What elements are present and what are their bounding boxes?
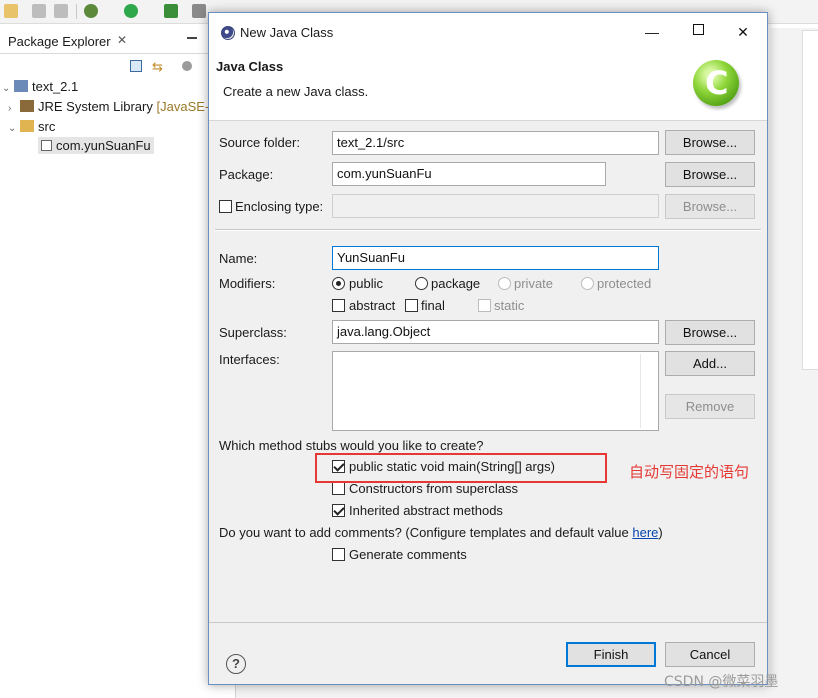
comments-question: Do you want to add comments? (Configure … — [219, 525, 663, 540]
dialog-titlebar: New Java Class — ✕ — [209, 13, 767, 51]
package-icon — [41, 140, 52, 151]
enclosing-type-checkbox[interactable] — [219, 200, 232, 213]
wizard-header: Java Class Create a new Java class. C — [209, 51, 767, 121]
enclosing-type-browse-button: Browse... — [665, 194, 755, 219]
finish-button[interactable]: Finish — [566, 642, 656, 667]
link-with-editor-icon[interactable]: ⇆ — [152, 59, 163, 75]
minimize-icon[interactable]: — — [642, 24, 662, 40]
modifier-static-label: static — [494, 298, 525, 313]
selected-tree-item: com.yunSuanFu — [38, 137, 154, 154]
enclosing-type-field — [332, 194, 659, 218]
add-interface-button[interactable]: Add... — [665, 351, 755, 376]
help-icon[interactable]: ? — [226, 654, 246, 674]
minimize-view-icon[interactable] — [187, 37, 197, 39]
modifier-public-label: public — [349, 276, 383, 291]
modifier-final-label: final — [421, 298, 445, 313]
separator — [215, 230, 761, 231]
coverage-icon[interactable] — [192, 4, 206, 18]
toolbar-separator — [76, 4, 77, 19]
modifier-private-label: private — [514, 276, 554, 291]
remove-interface-button: Remove — [665, 394, 755, 419]
maximize-icon[interactable] — [688, 22, 708, 38]
tree-item-src[interactable]: ⌄ src — [8, 119, 55, 137]
chevron-down-icon[interactable]: ⌄ — [2, 83, 14, 94]
run-icon[interactable] — [124, 4, 138, 18]
class-name-field[interactable]: YunSuanFu — [332, 246, 659, 270]
run-external-icon[interactable] — [164, 4, 178, 18]
source-folder-browse-button[interactable]: Browse... — [665, 130, 755, 155]
modifier-package-label: package — [431, 276, 481, 291]
modifier-protected-label: protected — [597, 276, 652, 291]
view-toolbar: ⇆ — [126, 58, 216, 76]
comments-question-text: Do you want to add comments? (Configure … — [219, 525, 633, 540]
list-divider — [640, 354, 641, 428]
package-explorer-tab[interactable]: Package Explorer ✕ — [0, 28, 134, 54]
modifier-protected-radio — [581, 277, 594, 290]
wizard-title: Java Class — [216, 59, 284, 74]
annotation-highlight-box — [315, 453, 607, 483]
library-icon — [20, 100, 34, 112]
modifier-abstract-label: abstract — [349, 298, 396, 313]
modifier-private-radio — [498, 277, 511, 290]
collapse-all-icon[interactable] — [130, 60, 142, 72]
package-explorer-title: Package Explorer — [8, 34, 111, 49]
new-class-wizard-icon: C — [693, 60, 739, 106]
tree-item-label: com.yunSuanFu — [56, 138, 151, 153]
cancel-button[interactable]: Cancel — [665, 642, 755, 667]
stubs-question: Which method stubs would you like to cre… — [219, 438, 484, 453]
package-label: Package: — [219, 167, 274, 182]
interfaces-list[interactable] — [332, 351, 659, 431]
tree-item-jre[interactable]: › JRE System Library [JavaSE-1 — [8, 99, 216, 117]
tree-item-label: JRE System Library — [38, 99, 153, 114]
source-folder-icon — [20, 120, 34, 132]
chevron-down-icon[interactable]: ⌄ — [8, 123, 20, 134]
watermark: CSDN @微菜羽墨 — [664, 674, 779, 690]
view-menu-icon[interactable] — [182, 61, 192, 71]
superclass-field[interactable]: java.lang.Object — [332, 320, 659, 344]
new-java-class-dialog: New Java Class — ✕ Java Class Create a n… — [208, 12, 768, 685]
close-icon[interactable]: ✕ — [733, 24, 753, 41]
superclass-browse-button[interactable]: Browse... — [665, 320, 755, 345]
comments-question-end: ) — [658, 525, 663, 540]
modifiers-label: Modifiers: — [219, 276, 276, 291]
configure-templates-link[interactable]: here — [632, 525, 658, 540]
dialog-title: New Java Class — [240, 25, 334, 40]
package-field[interactable]: com.yunSuanFu — [332, 162, 606, 186]
new-file-icon[interactable] — [4, 4, 18, 18]
generate-comments-label: Generate comments — [349, 547, 467, 562]
constructors-checkbox[interactable] — [332, 482, 345, 495]
modifier-static-checkbox — [478, 299, 491, 312]
modifier-package-radio[interactable] — [415, 277, 428, 290]
package-explorer-view: Package Explorer ✕ ⇆ ⌄ text_2.1 › JRE Syst… — [0, 28, 236, 698]
save-icon[interactable] — [32, 4, 46, 18]
outline-view-edge — [802, 30, 818, 370]
chevron-right-icon[interactable]: › — [8, 103, 20, 114]
package-browse-button[interactable]: Browse... — [665, 162, 755, 187]
superclass-label: Superclass: — [219, 325, 287, 340]
enclosing-type-label: Enclosing type: — [235, 199, 324, 214]
modifier-final-checkbox[interactable] — [405, 299, 418, 312]
inherited-methods-label: Inherited abstract methods — [349, 503, 503, 518]
inherited-methods-checkbox[interactable] — [332, 504, 345, 517]
tree-item-label: src — [38, 119, 56, 134]
tree-item-package[interactable]: com.yunSuanFu — [38, 137, 154, 156]
interfaces-label: Interfaces: — [219, 352, 280, 367]
tree-item-label: text_2.1 — [32, 79, 79, 94]
eclipse-icon — [221, 26, 235, 40]
modifier-abstract-checkbox[interactable] — [332, 299, 345, 312]
generate-comments-checkbox[interactable] — [332, 548, 345, 561]
debug-icon[interactable] — [84, 4, 98, 18]
view-tab-border — [0, 53, 236, 54]
source-folder-label: Source folder: — [219, 135, 300, 150]
name-label: Name: — [219, 251, 258, 266]
close-icon[interactable]: ✕ — [117, 33, 127, 47]
tree-item-project[interactable]: ⌄ text_2.1 — [2, 79, 78, 97]
save-all-icon[interactable] — [54, 4, 68, 18]
constructors-label: Constructors from superclass — [349, 481, 519, 496]
project-icon — [14, 80, 28, 92]
wizard-description: Create a new Java class. — [223, 84, 369, 99]
source-folder-field[interactable]: text_2.1/src — [332, 131, 659, 155]
modifier-public-radio[interactable] — [332, 277, 345, 290]
annotation-text: 自动写固定的语句 — [629, 463, 750, 481]
